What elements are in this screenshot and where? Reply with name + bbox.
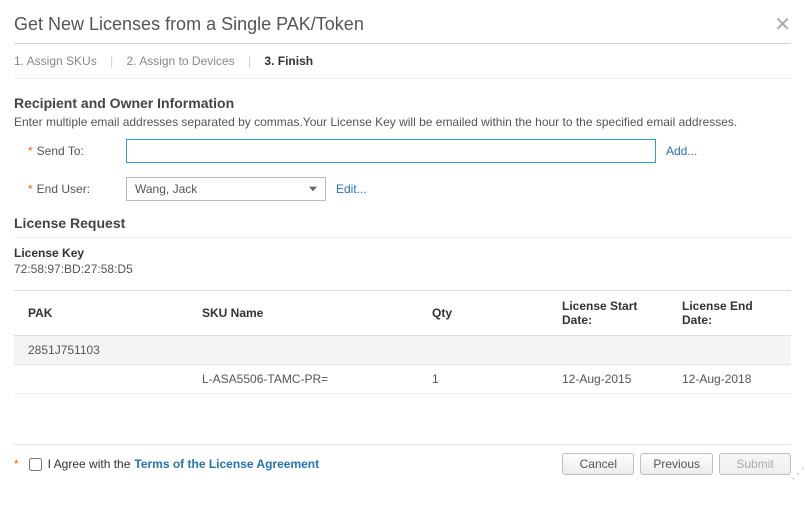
cell-sku: L-ASA5506-TAMC-PR= bbox=[194, 365, 424, 394]
cancel-button[interactable]: Cancel bbox=[562, 453, 634, 475]
recipient-hint: Enter multiple email addresses separated… bbox=[14, 115, 791, 129]
send-to-label: * Send To: bbox=[14, 144, 126, 158]
col-qty: Qty bbox=[424, 291, 554, 336]
col-start: License Start Date: bbox=[554, 291, 674, 336]
table-row: 2851J751103 bbox=[14, 336, 791, 365]
col-pak: PAK bbox=[14, 291, 194, 336]
close-icon[interactable]: ✕ bbox=[774, 15, 791, 35]
cell-start: 12-Aug-2015 bbox=[554, 365, 674, 394]
required-star-icon: * bbox=[28, 182, 33, 196]
step-assign-skus[interactable]: 1. Assign SKUs bbox=[14, 54, 97, 68]
license-key-label: License Key bbox=[14, 246, 791, 260]
license-table: PAK SKU Name Qty License Start Date: Lic… bbox=[14, 290, 791, 394]
step-assign-devices[interactable]: 2. Assign to Devices bbox=[127, 54, 235, 68]
end-user-label-text: End User: bbox=[37, 182, 90, 196]
license-key-value: 72:58:97:BD:27:58:D5 bbox=[14, 262, 791, 276]
terms-link[interactable]: Terms of the License Agreement bbox=[134, 457, 319, 471]
end-user-select[interactable]: Wang, Jack bbox=[126, 177, 326, 201]
cell-pak: 2851J751103 bbox=[14, 336, 194, 365]
license-request-title: License Request bbox=[14, 215, 791, 231]
edit-link[interactable]: Edit... bbox=[336, 182, 367, 196]
submit-button[interactable]: Submit bbox=[719, 453, 791, 475]
end-user-value: Wang, Jack bbox=[135, 182, 197, 196]
step-separator: | bbox=[248, 54, 251, 68]
dialog-title: Get New Licenses from a Single PAK/Token bbox=[14, 14, 364, 35]
add-link[interactable]: Add... bbox=[666, 144, 697, 158]
send-to-input[interactable] bbox=[126, 139, 656, 163]
col-sku: SKU Name bbox=[194, 291, 424, 336]
end-user-label: * End User: bbox=[14, 182, 126, 196]
cell-qty: 1 bbox=[424, 365, 554, 394]
cell-end: 12-Aug-2018 bbox=[674, 365, 791, 394]
table-row: L-ASA5506-TAMC-PR= 1 12-Aug-2015 12-Aug-… bbox=[14, 365, 791, 394]
previous-button[interactable]: Previous bbox=[640, 453, 713, 475]
resize-grip-icon[interactable]: ⋰ bbox=[791, 467, 803, 479]
col-end: License End Date: bbox=[674, 291, 791, 336]
chevron-down-icon bbox=[305, 182, 321, 196]
send-to-label-text: Send To: bbox=[37, 144, 84, 158]
step-finish[interactable]: 3. Finish bbox=[264, 54, 313, 68]
step-separator: | bbox=[110, 54, 113, 68]
wizard-steps: 1. Assign SKUs | 2. Assign to Devices | … bbox=[14, 52, 791, 79]
required-star-icon: * bbox=[28, 144, 33, 158]
divider bbox=[14, 237, 791, 238]
table-header-row: PAK SKU Name Qty License Start Date: Lic… bbox=[14, 291, 791, 336]
agree-text: I Agree with the bbox=[48, 457, 131, 471]
required-star-icon: * bbox=[14, 457, 19, 471]
agree-checkbox[interactable] bbox=[29, 458, 42, 471]
recipient-section-title: Recipient and Owner Information bbox=[14, 95, 791, 111]
